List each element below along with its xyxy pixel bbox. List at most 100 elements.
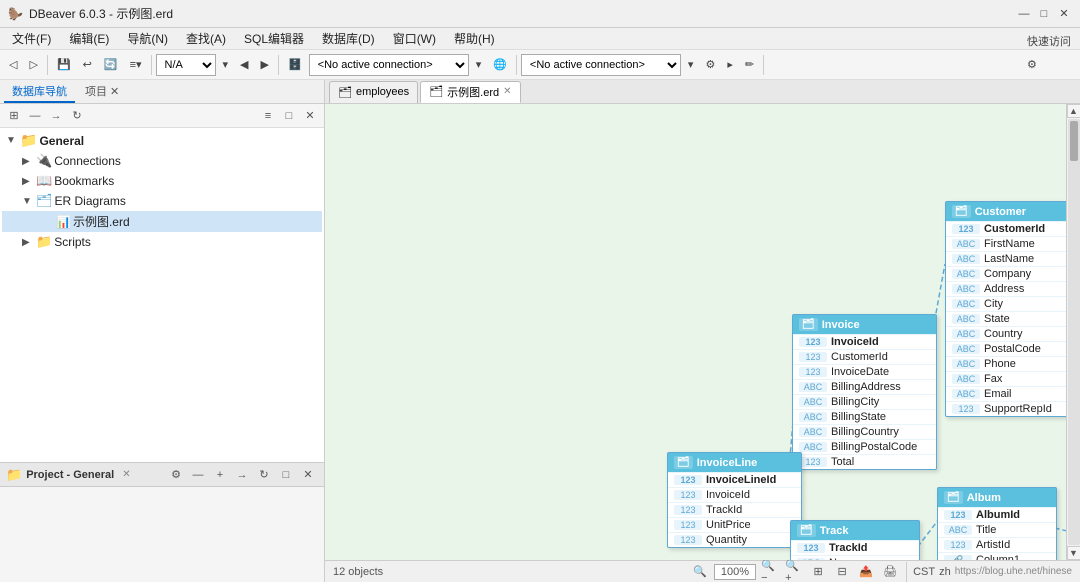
tree-arrow-general[interactable]: ▼ <box>6 135 18 146</box>
tree-arrow-bookmarks[interactable]: ▶ <box>22 176 34 187</box>
project-btn-close[interactable]: ✕ <box>298 465 318 485</box>
close-button[interactable]: ✕ <box>1056 6 1072 22</box>
toolbar-btn3[interactable]: ≡▾ <box>125 53 147 77</box>
invoiceline-field-invoiceid[interactable]: 123 InvoiceId <box>668 487 801 502</box>
invoice-field-billingcountry[interactable]: ABC BillingCountry <box>793 424 936 439</box>
track-field-name[interactable]: ABC Name <box>791 555 919 560</box>
menu-sql[interactable]: SQL编辑器 <box>236 28 312 49</box>
export-btn[interactable]: 📤 <box>856 562 876 582</box>
customer-field-fax[interactable]: ABC Fax <box>946 371 1066 386</box>
scroll-up-btn[interactable]: ▲ <box>1067 104 1080 118</box>
menu-db[interactable]: 数据库(D) <box>314 28 383 49</box>
nav-btn-new[interactable]: ⊞ <box>4 106 24 126</box>
invoice-field-billingaddress[interactable]: ABC BillingAddress <box>793 379 936 394</box>
album-field-column1[interactable]: 🔗 Column1 <box>938 552 1056 560</box>
invoice-field-billingpostalcode[interactable]: ABC BillingPostalCode <box>793 439 936 454</box>
erd-tab-close-btn[interactable]: ✕ <box>503 86 511 97</box>
invoiceline-field-unitprice[interactable]: 123 UnitPrice <box>668 517 801 532</box>
toolbar-conn1-arrow[interactable]: ▾ <box>471 53 487 77</box>
customer-field-state[interactable]: ABC State <box>946 311 1066 326</box>
nav-btn-collapse[interactable]: — <box>25 106 45 126</box>
invoice-field-invoicedate[interactable]: 123 InvoiceDate <box>793 364 936 379</box>
tree-general[interactable]: ▼ 📁 General <box>2 130 322 151</box>
toolbar-btn5[interactable]: ▸ <box>722 53 738 77</box>
tree-er-diagrams[interactable]: ▼ 🗂 ER Diagrams <box>2 191 322 211</box>
customer-field-phone[interactable]: ABC Phone <box>946 356 1066 371</box>
print-btn[interactable]: 🖨 <box>880 562 900 582</box>
album-field-title[interactable]: ABC Title <box>938 522 1056 537</box>
maximize-button[interactable]: □ <box>1036 6 1052 22</box>
customer-field-firstname[interactable]: ABC FirstName <box>946 236 1066 251</box>
tree-bookmarks[interactable]: ▶ 📖 Bookmarks <box>2 171 322 191</box>
tree-erd-file[interactable]: ▶ 📊 示例图.erd <box>2 211 322 232</box>
invoiceline-field-quantity[interactable]: 123 Quantity <box>668 532 801 547</box>
tree-scripts[interactable]: ▶ 📁 Scripts <box>2 232 322 252</box>
toolbar-connection2[interactable]: <No active connection> <box>521 54 681 76</box>
menu-edit[interactable]: 编辑(E) <box>61 28 117 49</box>
quick-access-btn[interactable]: 快速访问 <box>1022 29 1076 53</box>
tree-arrow-scripts[interactable]: ▶ <box>22 237 34 248</box>
menu-nav[interactable]: 导航(N) <box>119 28 176 49</box>
scroll-down-btn[interactable]: ▼ <box>1067 546 1080 560</box>
toolbar-btn1[interactable]: 💾 <box>52 53 76 77</box>
menu-window[interactable]: 窗口(W) <box>385 28 444 49</box>
project-btn-settings[interactable]: ⚙ <box>166 465 186 485</box>
album-field-albumid[interactable]: 123 AlbumId <box>938 507 1056 522</box>
minimize-button[interactable]: — <box>1016 6 1032 22</box>
layout-btn[interactable]: ⊟ <box>832 562 852 582</box>
toolbar-btn6[interactable]: ✏ <box>740 53 759 77</box>
scrollbar-thumb[interactable] <box>1070 121 1078 161</box>
erd-canvas[interactable]: 🗂 Customer 123 CustomerId ABC FirstName … <box>325 104 1066 560</box>
window-controls[interactable]: — □ ✕ <box>1016 6 1072 22</box>
nav-btn-menu[interactable]: ≡ <box>258 106 278 126</box>
toolbar-arrow2[interactable]: ▶ <box>256 53 274 77</box>
nav-tab-project[interactable]: 项目 ✕ <box>77 81 127 103</box>
toolbar-btn4[interactable]: ⚙ <box>700 53 720 77</box>
nav-btn-close[interactable]: ✕ <box>300 106 320 126</box>
toolbar-settings[interactable]: ⚙ <box>1022 53 1076 77</box>
customer-field-country[interactable]: ABC Country <box>946 326 1066 341</box>
invoiceline-field-trackid[interactable]: 123 TrackId <box>668 502 801 517</box>
customer-field-company[interactable]: ABC Company <box>946 266 1066 281</box>
blog-link[interactable]: https://blog.uhe.net/hinese <box>955 566 1072 577</box>
toolbar-net-icon[interactable]: 🌐 <box>488 53 512 77</box>
right-scrollbar[interactable]: ▲ ▼ <box>1066 104 1080 560</box>
project-btn-link[interactable]: → <box>232 465 252 485</box>
table-track[interactable]: 🗂 Track 123 TrackId ABC Name 123 AlbumId <box>790 520 920 560</box>
nav-btn-link[interactable]: → <box>46 106 66 126</box>
toolbar-btn2[interactable]: ↩ <box>78 53 97 77</box>
customer-field-postalcode[interactable]: ABC PostalCode <box>946 341 1066 356</box>
customer-field-address[interactable]: ABC Address <box>946 281 1066 296</box>
menu-find[interactable]: 查找(A) <box>178 28 234 49</box>
menu-help[interactable]: 帮助(H) <box>446 28 503 49</box>
nav-btn-refresh[interactable]: ↻ <box>67 106 87 126</box>
customer-field-supportrepid[interactable]: 123 SupportRepId <box>946 401 1066 416</box>
project-close-icon[interactable]: ✕ <box>122 469 130 480</box>
erd-tab-employees[interactable]: 🗂 employees <box>329 81 418 103</box>
nav-tab-db[interactable]: 数据库导航 <box>4 81 75 103</box>
zoom-search-btn[interactable]: 🔍 <box>690 562 710 582</box>
table-album[interactable]: 🗂 Album 123 AlbumId ABC Title 123 Artist… <box>937 487 1057 560</box>
project-btn-refresh[interactable]: ↻ <box>254 465 274 485</box>
tree-connections[interactable]: ▶ 🔌 Connections <box>2 151 322 171</box>
toolbar-forward[interactable]: ▷ <box>24 53 42 77</box>
toolbar-db-icon[interactable]: 🗄️ <box>283 53 307 77</box>
project-btn-min[interactable]: □ <box>276 465 296 485</box>
menu-file[interactable]: 文件(F) <box>4 28 59 49</box>
toolbar-na-btn[interactable]: ▾ <box>218 53 234 77</box>
customer-field-email[interactable]: ABC Email <box>946 386 1066 401</box>
table-invoice[interactable]: 🗂 Invoice 123 InvoiceId 123 CustomerId 1… <box>792 314 937 470</box>
toolbar-conn2-arrow[interactable]: ▾ <box>683 53 699 77</box>
project-btn-add[interactable]: + <box>210 465 230 485</box>
invoice-field-customerid[interactable]: 123 CustomerId <box>793 349 936 364</box>
toolbar-na-combo[interactable]: N/A <box>156 54 216 76</box>
customer-field-lastname[interactable]: ABC LastName <box>946 251 1066 266</box>
album-field-artistid[interactable]: 123 ArtistId <box>938 537 1056 552</box>
table-invoiceline[interactable]: 🗂 InvoiceLine 123 InvoiceLineId 123 Invo… <box>667 452 802 548</box>
grid-btn[interactable]: ⊞ <box>808 562 828 582</box>
project-btn-minus[interactable]: — <box>188 465 208 485</box>
invoice-field-total[interactable]: 123 Total <box>793 454 936 469</box>
invoiceline-field-invoicelineid[interactable]: 123 InvoiceLineId <box>668 472 801 487</box>
track-field-trackid[interactable]: 123 TrackId <box>791 540 919 555</box>
zoom-out-btn[interactable]: 🔍− <box>760 562 780 582</box>
